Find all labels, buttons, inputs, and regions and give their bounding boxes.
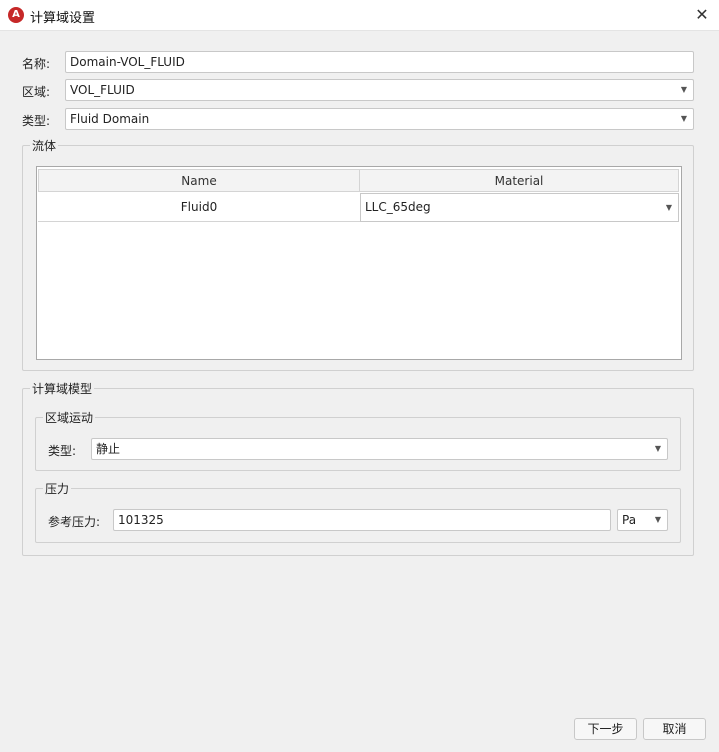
name-input[interactable]: Domain-VOL_FLUID: [65, 51, 694, 73]
motion-type-select[interactable]: 静止 ▼: [91, 438, 668, 460]
type-label: 类型:: [22, 114, 51, 128]
window-title: 计算域设置: [30, 11, 96, 26]
next-button[interactable]: 下一步: [574, 718, 637, 740]
type-select[interactable]: Fluid Domain ▼: [65, 108, 694, 130]
fluid-table: Name Material Fluid0 LLC_65deg ▼: [36, 166, 682, 360]
close-icon[interactable]: ✕: [691, 4, 713, 26]
motion-type-value: 静止: [96, 442, 121, 456]
chevron-down-icon: ▼: [654, 515, 661, 524]
name-label: 名称:: [22, 57, 51, 71]
region-label: 区域:: [22, 85, 51, 99]
chevron-down-icon: ▼: [680, 114, 687, 123]
table-cell-fluid-name[interactable]: Fluid0: [38, 192, 360, 222]
chevron-down-icon: ▼: [680, 85, 687, 94]
motion-group-title: 区域运动: [43, 409, 96, 426]
reference-pressure-input[interactable]: 101325: [113, 509, 611, 531]
type-select-value: Fluid Domain: [70, 112, 150, 126]
fluid-group-title: 流体: [30, 137, 59, 154]
title-bar: A 计算域设置 ✕: [0, 0, 719, 31]
app-logo-icon: A: [8, 7, 24, 23]
region-select-value: VOL_FLUID: [70, 83, 135, 97]
chevron-down-icon: ▼: [665, 203, 672, 212]
column-header-name[interactable]: Name: [38, 169, 360, 192]
pressure-group-title: 压力: [43, 480, 72, 497]
pressure-unit-value: Pa: [622, 513, 637, 527]
pressure-unit-select[interactable]: Pa ▼: [617, 509, 668, 531]
material-select[interactable]: LLC_65deg ▼: [360, 193, 679, 222]
column-header-material[interactable]: Material: [359, 169, 679, 192]
chevron-down-icon: ▼: [654, 444, 661, 453]
cancel-button[interactable]: 取消: [643, 718, 706, 740]
reference-pressure-label: 参考压力:: [48, 515, 101, 529]
motion-type-label: 类型:: [48, 444, 77, 458]
region-select[interactable]: VOL_FLUID ▼: [65, 79, 694, 101]
material-select-value: LLC_65deg: [365, 200, 431, 214]
domain-model-group-title: 计算域模型: [30, 380, 95, 397]
